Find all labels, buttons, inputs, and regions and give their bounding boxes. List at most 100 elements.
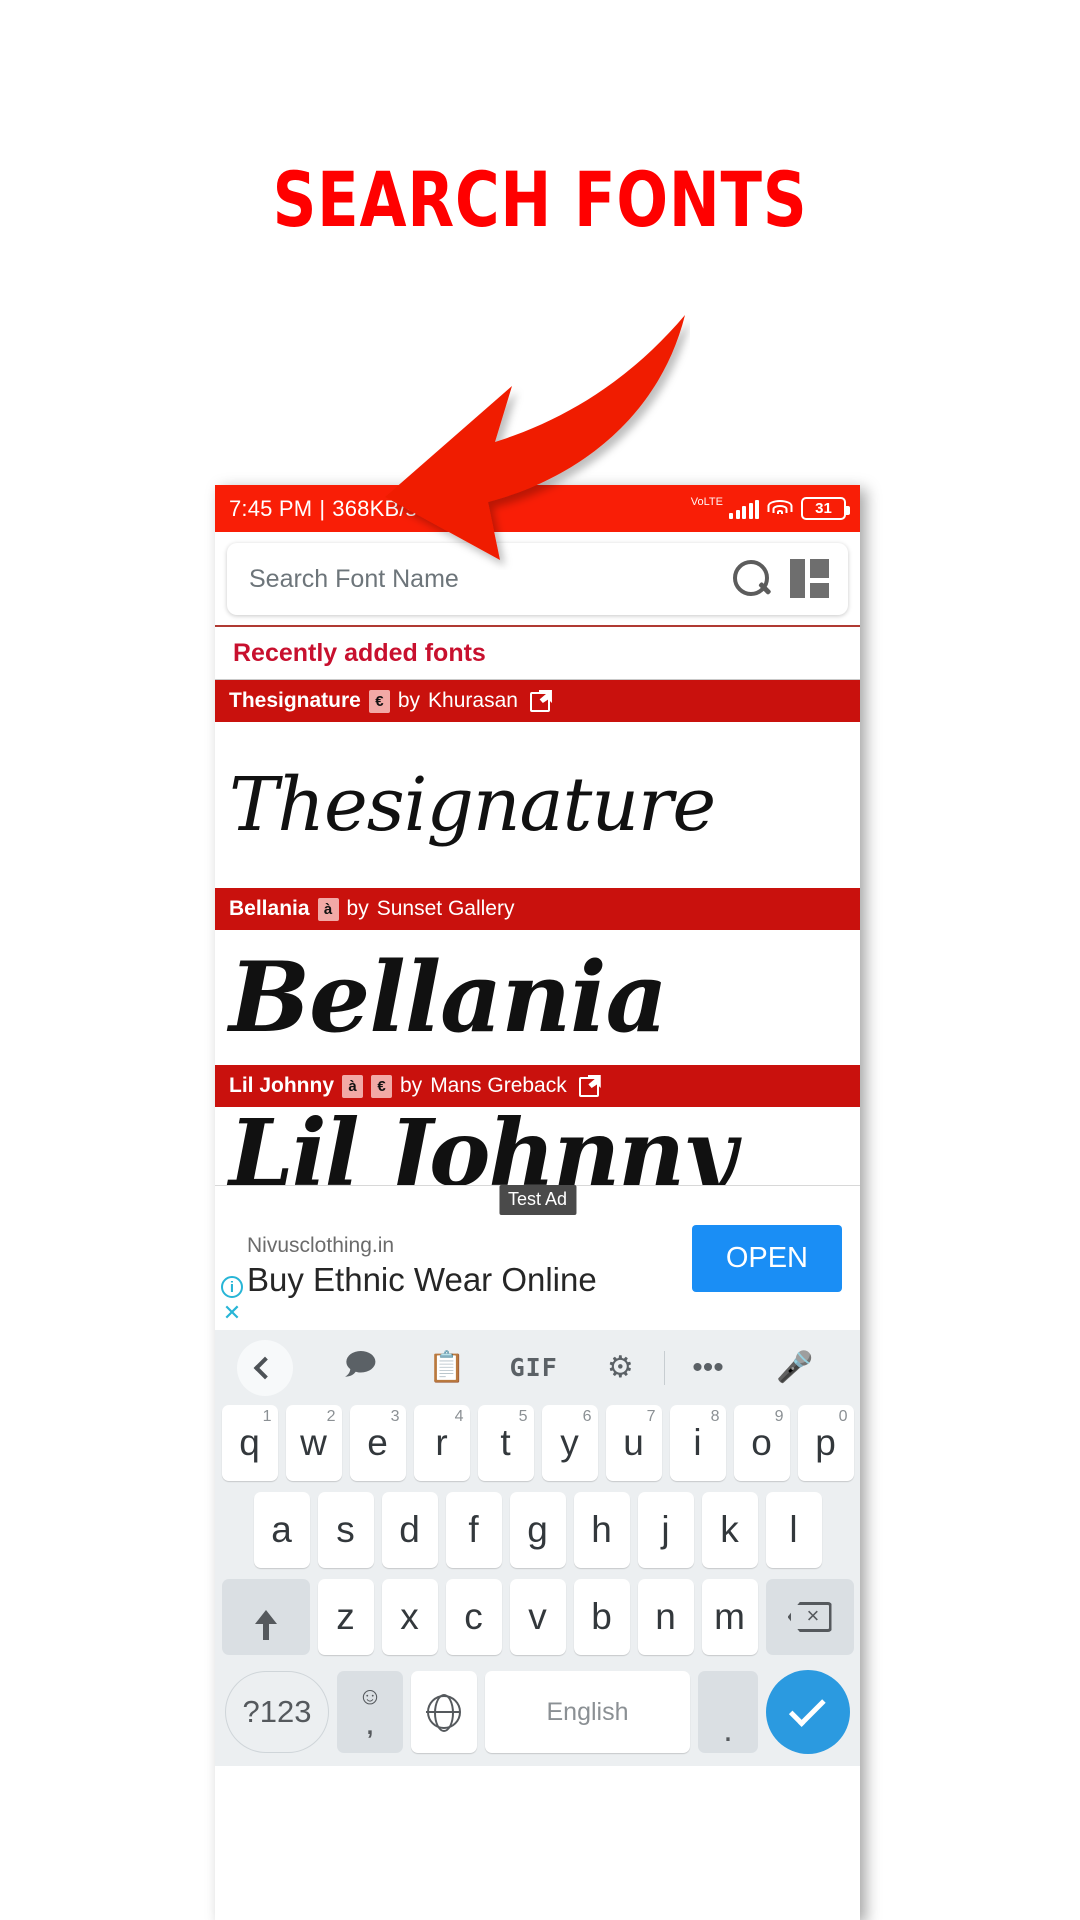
whatsapp-icon [452,498,474,520]
key-c[interactable]: c [445,1579,502,1655]
font-author: Khurasan [428,689,518,712]
key-v[interactable]: v [509,1579,566,1655]
key-y[interactable]: 6y [541,1405,598,1481]
page-title: SEARCH FONTS [272,155,808,244]
font-row-header[interactable]: Lil Johnny à € by Mans Greback [215,1065,860,1107]
language-switch-key[interactable] [411,1671,477,1753]
gear-icon[interactable]: ⚙ [577,1350,664,1385]
ad-controls: i ✕ [221,1276,243,1324]
close-icon[interactable]: ✕ [223,1302,241,1324]
key-s[interactable]: s [317,1492,374,1568]
alarm-icon [424,498,447,522]
font-name: Bellania [229,897,310,920]
key-p[interactable]: 0p [797,1405,854,1481]
backspace-key[interactable] [765,1579,854,1655]
status-separator: | [319,495,326,521]
search-box[interactable] [227,543,848,615]
microphone-icon[interactable]: 🎤 [751,1350,838,1385]
font-row-header[interactable]: Thesignature € by Khurasan [215,680,860,722]
key-number: 9 [774,1408,784,1425]
key-z[interactable]: z [317,1579,374,1655]
font-by-label: by [397,689,421,712]
comma-label: , [366,1713,374,1740]
status-network-speed: 368KB/s [332,495,417,521]
ad-test-label: Test Ad [498,1185,577,1215]
enter-key[interactable] [766,1670,850,1754]
key-label: t [500,1422,511,1463]
info-icon[interactable]: i [221,1276,243,1298]
key-label: w [300,1422,327,1463]
key-k[interactable]: k [701,1492,758,1568]
ad-banner[interactable]: Test Ad i ✕ Nivusclothing.in Buy Ethnic … [215,1185,860,1330]
external-link-icon[interactable] [578,1075,601,1097]
search-icon[interactable] [730,558,772,600]
key-r[interactable]: 4r [413,1405,470,1481]
shift-key[interactable] [221,1579,310,1655]
font-badge: € [371,1074,392,1098]
key-number: 6 [582,1408,592,1425]
gif-button[interactable]: GIF [490,1353,577,1382]
key-h[interactable]: h [573,1492,630,1568]
key-number: 4 [454,1408,464,1425]
symbols-key[interactable]: ?123 [225,1671,329,1753]
key-u[interactable]: 7u [605,1405,662,1481]
screenshot-root: SEARCH FONTS 7:45 PM | 368KB/s VoLTE 31 [0,0,1080,1920]
key-number: 0 [838,1408,848,1425]
space-key[interactable]: English [485,1671,690,1753]
key-x[interactable]: x [381,1579,438,1655]
status-time: 7:45 PM [229,495,313,521]
font-row-header[interactable]: Bellania à by Sunset Gallery [215,888,860,930]
font-name: Lil Johnny [229,1074,334,1097]
key-i[interactable]: 8i [669,1405,726,1481]
status-bar-right: VoLTE 31 [690,496,850,520]
search-input[interactable] [249,564,730,594]
key-a[interactable]: a [253,1492,310,1568]
signal-bars-icon [729,499,759,519]
keyboard: 🗩 📋 GIF ⚙ ••• 🎤 1q 2w 3e 4r 5t 6y 7u 8i … [215,1330,860,1766]
key-j[interactable]: j [637,1492,694,1568]
key-o[interactable]: 9o [733,1405,790,1481]
clipboard-icon[interactable]: 📋 [404,1350,491,1385]
battery-percent-label: 31 [815,500,832,517]
emoji-comma-key[interactable]: ☺ , [337,1671,403,1753]
key-label: q [239,1422,260,1463]
key-n[interactable]: n [637,1579,694,1655]
key-f[interactable]: f [445,1492,502,1568]
more-horizontal-icon[interactable]: ••• [665,1351,752,1385]
key-m[interactable]: m [701,1579,758,1655]
sticker-icon[interactable]: 🗩 [317,1342,404,1393]
key-b[interactable]: b [573,1579,630,1655]
key-t[interactable]: 5t [477,1405,534,1481]
grid-view-icon[interactable] [790,559,830,599]
key-number: 3 [390,1408,400,1425]
external-link-icon[interactable] [529,690,552,712]
font-name: Thesignature [229,689,361,712]
ad-text: Nivusclothing.in Buy Ethnic Wear Online [247,1218,692,1299]
key-e[interactable]: 3e [349,1405,406,1481]
chevron-left-icon [253,1356,277,1379]
emoji-icon: ☺ [357,1683,383,1710]
font-by-label: by [400,1074,423,1097]
key-q[interactable]: 1q [221,1405,278,1481]
section-title: Recently added fonts [215,627,860,680]
key-d[interactable]: d [381,1492,438,1568]
keyboard-row-1: 1q 2w 3e 4r 5t 6y 7u 8i 9o 0p [215,1405,860,1481]
period-key[interactable]: . [698,1671,758,1753]
ad-open-button[interactable]: OPEN [691,1224,842,1292]
font-preview-text: Lil Johnny [229,1107,737,1185]
font-preview-text: Bellania [229,940,668,1054]
ad-site: Nivusclothing.in [247,1233,395,1257]
key-w[interactable]: 2w [285,1405,342,1481]
key-g[interactable]: g [509,1492,566,1568]
font-preview: Lil Johnny [215,1107,860,1185]
phone-mockup: 7:45 PM | 368KB/s VoLTE 31 Search Font N… [215,485,860,1920]
network-type-label: VoLTE [690,496,723,508]
ad-headline: Buy Ethnic Wear Online [247,1260,597,1298]
key-number: 7 [646,1408,656,1425]
status-bar-left: 7:45 PM | 368KB/s [229,496,474,522]
search-bar-container [215,532,860,627]
key-number: 1 [262,1408,272,1425]
key-l[interactable]: l [765,1492,822,1568]
status-bar: 7:45 PM | 368KB/s VoLTE 31 [215,485,860,532]
keyboard-back-button[interactable] [237,1339,293,1396]
